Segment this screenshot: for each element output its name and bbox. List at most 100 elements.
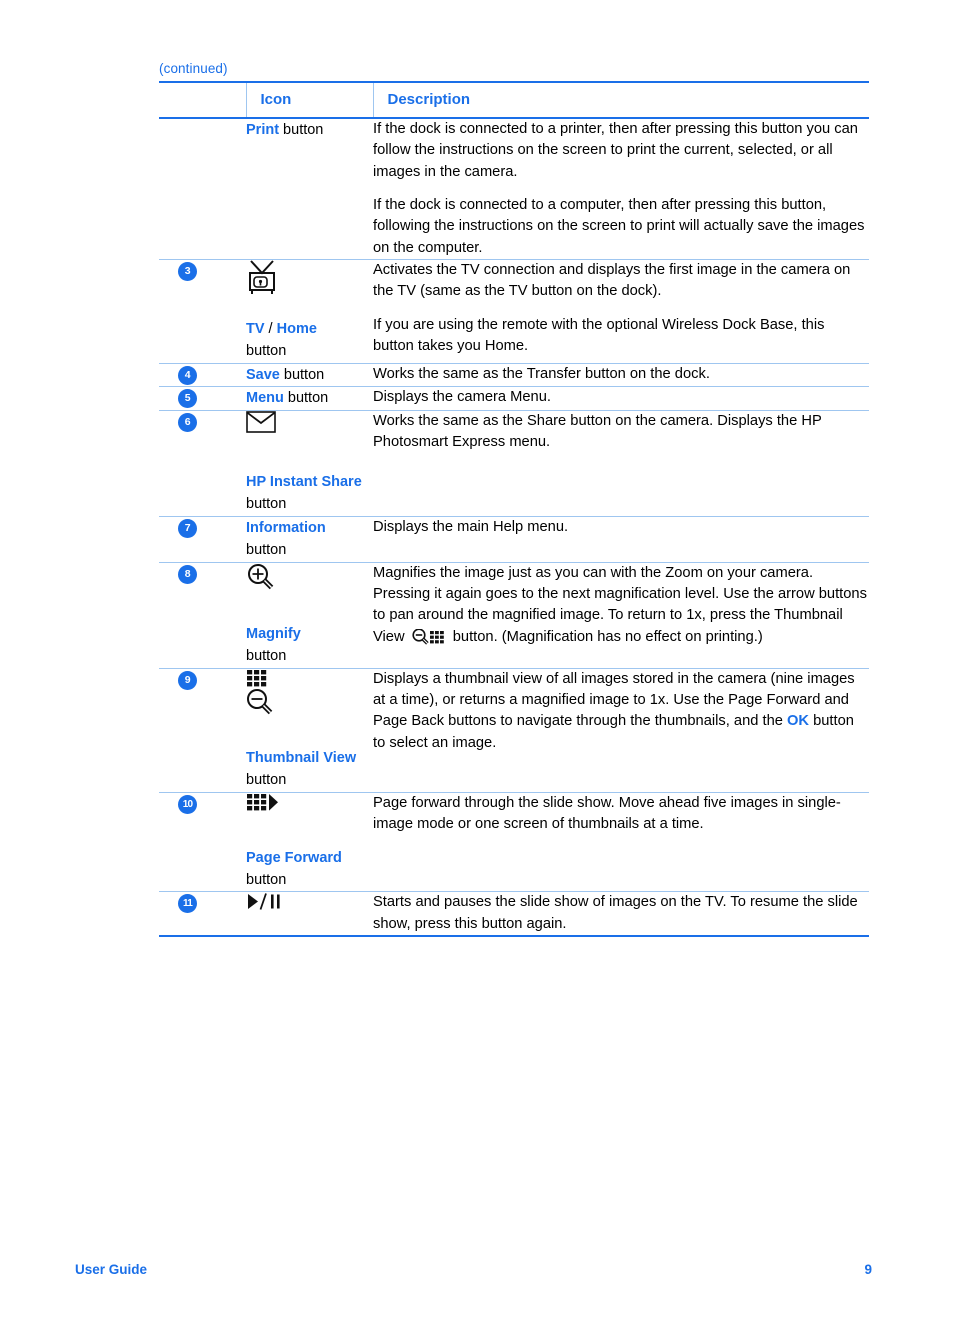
step-badge: 11 xyxy=(178,894,197,914)
row-description-cell: Displays a thumbnail view of all images … xyxy=(373,667,869,792)
description-text: Starts and pauses the slide show of imag… xyxy=(373,892,869,935)
row-number-cell xyxy=(159,118,246,259)
row-number-cell: 10 xyxy=(159,791,246,892)
tv-icon xyxy=(246,260,373,304)
document-page: (continued) Icon Description Print butto… xyxy=(0,0,954,1321)
row-icon-cell: Information button xyxy=(246,515,373,563)
icon-label: Thumbnail View button xyxy=(246,747,373,792)
row-icon-cell: Print button xyxy=(246,118,373,259)
thumbnail-view-icon xyxy=(411,627,447,653)
row-icon-cell: Save button xyxy=(246,362,373,387)
row-icon-cell: Magnify button xyxy=(246,561,373,669)
icon-label: TV / Home button xyxy=(246,318,373,363)
icon-label-rest: button xyxy=(246,343,287,360)
row-description-cell: Works the same as the Transfer button on… xyxy=(373,362,869,387)
description-paragraph: If the dock is connected to a printer, t… xyxy=(373,121,858,180)
row-icon-cell: Thumbnail View button xyxy=(246,667,373,792)
table-row: Print button If the dock is connected to… xyxy=(159,118,869,259)
description-paragraph: Starts and pauses the slide show of imag… xyxy=(373,894,858,932)
step-badge: 7 xyxy=(178,518,197,538)
icon-label-bold: Save xyxy=(246,366,280,383)
icon-label-rest: button xyxy=(246,496,287,513)
icon-label-bold: Magnify xyxy=(246,625,301,642)
table-row: 7 Information button Displays the main He… xyxy=(159,515,869,563)
icon-label-rest: button xyxy=(246,772,287,789)
icon-label: Magnify button xyxy=(246,623,373,668)
description-paragraph: Displays the camera Menu. xyxy=(373,389,551,406)
row-icon-cell xyxy=(246,891,373,938)
row-number-cell: 6 xyxy=(159,409,246,517)
icon-label-rest: button xyxy=(246,871,287,888)
row-description-cell: Activates the TV connection and displays… xyxy=(373,258,869,364)
icon-label: Print button xyxy=(246,119,373,141)
footer-user-guide-label: User Guide xyxy=(75,1262,148,1277)
description-paragraph: If the dock is connected to a computer, … xyxy=(373,196,865,256)
icon-label-rest: button xyxy=(279,122,324,138)
icon-label-rest: button xyxy=(246,648,287,665)
play-pause-icon xyxy=(246,892,373,914)
description-text: Magnifies the image just as you can with… xyxy=(373,563,869,653)
icon-label: Page Forward button xyxy=(246,847,373,892)
header-description: Description xyxy=(373,81,869,119)
row-number-cell: 8 xyxy=(159,561,246,669)
description-paragraph: Page forward through the slide show. Mov… xyxy=(373,794,841,832)
icon-label: Save button xyxy=(246,364,373,386)
row-number-cell: 5 xyxy=(159,386,246,411)
row-icon-cell: TV / Home button xyxy=(246,258,373,364)
row-number-cell: 3 xyxy=(159,258,246,364)
icon-label-bold-2: Home xyxy=(276,320,317,337)
description-text: Displays a thumbnail view of all images … xyxy=(373,669,869,754)
table-row: 10 Page Forward button Page forward thro… xyxy=(159,791,869,892)
description-paragraph: Activates the TV connection and displays… xyxy=(373,261,851,300)
row-description-cell: Displays the camera Menu. xyxy=(373,386,869,411)
icon-label-rest: button xyxy=(279,366,325,383)
header-icon: Icon xyxy=(246,81,374,119)
step-badge: 9 xyxy=(178,670,197,690)
table-row: 3 TV / Home button Activates the TV conn… xyxy=(159,258,869,364)
step-badge: 8 xyxy=(178,564,197,584)
icon-label: Information button xyxy=(246,517,373,562)
continued-label: (continued) xyxy=(159,61,228,76)
row-number-cell: 4 xyxy=(159,362,246,387)
table-row: 9 Thumbnail View button Displays a thumb… xyxy=(159,667,869,792)
icon-label-bold: Thumbnail View xyxy=(246,749,357,766)
icon-label-rest: button xyxy=(283,390,329,407)
row-number-cell: 9 xyxy=(159,667,246,792)
row-description-cell: Starts and pauses the slide show of imag… xyxy=(373,891,869,938)
row-description-cell: Works the same as the Share button on th… xyxy=(373,409,869,517)
footer-page-number: 9 xyxy=(864,1262,872,1277)
description-text: If the dock is connected to a printer, t… xyxy=(373,119,869,259)
row-icon-cell: HP Instant Share button xyxy=(246,409,373,517)
description-paragraph: Works the same as the Transfer button on… xyxy=(373,365,710,382)
button-reference-table: Icon Description Print button If the doc… xyxy=(159,81,869,938)
description-paragraph: Displays the main Help menu. xyxy=(373,518,569,535)
description-text: Works the same as the Share button on th… xyxy=(373,411,869,454)
description-text: Displays the camera Menu. xyxy=(373,387,869,408)
step-badge: 3 xyxy=(178,261,197,281)
description-part-2: button. (Magnification has no effect on … xyxy=(448,628,763,645)
description-paragraph: Magnifies the image just as you can with… xyxy=(373,563,869,653)
thumbnail-view-icon xyxy=(246,669,373,727)
row-description-cell: Displays the main Help menu. xyxy=(373,515,869,563)
row-number-cell: 7 xyxy=(159,515,246,563)
icon-label-bold: Print xyxy=(246,122,280,138)
description-part-1: Displays a thumbnail view of all images … xyxy=(373,670,855,730)
table-row: 8 Magnify button Magnifies the image jus… xyxy=(159,561,869,669)
description-bold-term: OK xyxy=(786,713,810,730)
description-text: Works the same as the Transfer button on… xyxy=(373,364,869,385)
row-icon-cell: Menu button xyxy=(246,386,373,411)
description-paragraph: Works the same as the Share button on th… xyxy=(373,412,822,451)
icon-label-bold: TV xyxy=(246,320,265,337)
icon-label-bold: Menu xyxy=(246,390,284,407)
step-badge: 10 xyxy=(178,794,197,814)
table-row: 11 Starts and pauses the slide show of i… xyxy=(159,891,869,938)
description-text: Displays the main Help menu. xyxy=(373,517,869,538)
icon-label-rest: button xyxy=(246,542,287,559)
row-icon-cell: Page Forward button xyxy=(246,791,373,892)
row-number-cell: 11 xyxy=(159,891,246,938)
table-row: 4 Save button Works the same as the Tran… xyxy=(159,362,869,387)
table-header-row: Icon Description xyxy=(159,81,869,119)
envelope-icon xyxy=(246,410,373,441)
description-text: Activates the TV connection and displays… xyxy=(373,260,869,357)
step-badge: 4 xyxy=(178,365,197,385)
